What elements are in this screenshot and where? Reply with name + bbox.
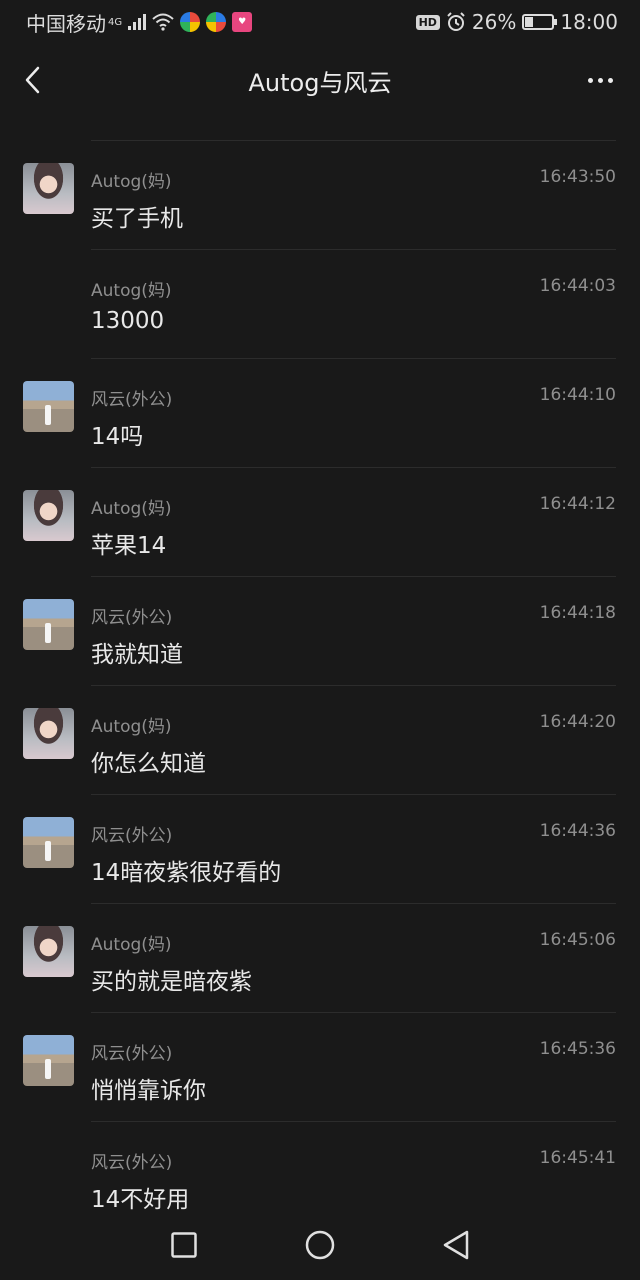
system-navigation-bar — [0, 1210, 640, 1280]
avatar[interactable] — [23, 708, 74, 759]
sender-name: Autog(妈) — [91, 935, 172, 955]
signal-icon — [128, 14, 147, 30]
circle-icon — [305, 1230, 335, 1260]
list-item[interactable]: Autog(妈) 16:45:06 买的就是暗夜紫 — [23, 904, 616, 1013]
list-item[interactable]: 风云(外公) 16:45:36 悄悄靠诉你 — [23, 1013, 616, 1122]
message-text: 我就知道 — [91, 642, 183, 668]
app-notification-icon — [180, 12, 201, 32]
status-right: HD 26% 18:00 — [415, 10, 618, 34]
sender-name: 风云(外公) — [91, 1153, 173, 1173]
back-nav-button[interactable] — [440, 1229, 472, 1261]
list-item[interactable]: Autog(妈) 16:43:50 买了手机 — [23, 141, 616, 250]
message-text: 14吗 — [91, 424, 144, 450]
status-bar: 中国移动 4G ♥ HD 26% 18:00 — [0, 0, 640, 44]
message-list: Autog(妈) 16:43:50 买了手机 Autog(妈) 16:44:03 1300… — [0, 141, 640, 1210]
list-item-partial — [91, 116, 616, 141]
avatar[interactable] — [23, 599, 74, 650]
list-item[interactable]: Autog(妈) 16:44:12 苹果14 — [23, 468, 616, 577]
message-text: 买了手机 — [91, 206, 183, 232]
sender-name: 风云(外公) — [91, 390, 173, 410]
message-time: 16:44:03 — [539, 276, 616, 296]
list-item[interactable]: Autog(妈) 16:44:20 你怎么知道 — [23, 686, 616, 795]
avatar[interactable] — [23, 1035, 74, 1086]
list-item[interactable]: 风云(外公) 16:44:36 14暗夜紫很好看的 — [23, 795, 616, 904]
chat-history-list[interactable]: Autog(妈) 16:43:50 买了手机 Autog(妈) 16:44:03 1300… — [0, 116, 640, 1210]
message-text: 买的就是暗夜紫 — [91, 969, 252, 995]
avatar[interactable] — [23, 381, 74, 432]
list-item[interactable]: 风云(外公) 16:44:18 我就知道 — [23, 577, 616, 686]
more-options-button[interactable] — [582, 68, 618, 92]
carrier-label: 中国移动 — [26, 11, 106, 36]
sender-name: Autog(妈) — [91, 717, 172, 737]
message-text: 14暗夜紫很好看的 — [91, 860, 282, 886]
message-time: 16:44:36 — [539, 821, 616, 841]
sender-name: 风云(外公) — [91, 826, 173, 846]
chevron-left-icon — [25, 66, 40, 94]
message-time: 16:45:41 — [539, 1148, 616, 1168]
message-text: 14不好用 — [91, 1187, 190, 1210]
battery-icon — [522, 14, 558, 30]
status-left: 中国移动 4G ♥ — [26, 8, 253, 37]
message-time: 16:44:18 — [539, 603, 616, 623]
sender-name: 风云(外公) — [91, 1044, 173, 1064]
list-item[interactable]: 风云(外公) 16:44:10 14吗 — [23, 359, 616, 468]
sender-name: Autog(妈) — [91, 499, 172, 519]
sender-name: Autog(妈) — [91, 281, 172, 301]
message-time: 16:44:12 — [539, 494, 616, 514]
message-time: 16:45:06 — [539, 930, 616, 950]
wifi-icon — [152, 13, 174, 31]
app-notification-icon: ♥ — [232, 12, 253, 32]
avatar[interactable] — [23, 817, 74, 868]
message-time: 16:44:10 — [539, 385, 616, 405]
back-button[interactable] — [14, 62, 50, 98]
list-item[interactable]: 风云(外公) 16:45:41 14不好用 — [91, 1122, 616, 1210]
home-button[interactable] — [304, 1229, 336, 1261]
message-text: 苹果14 — [91, 533, 167, 559]
battery-percent: 26% — [471, 10, 517, 34]
page-title: Autog与风云 — [248, 68, 392, 97]
network-type: 4G — [108, 16, 123, 28]
hd-badge: HD — [415, 14, 440, 30]
message-time: 16:43:50 — [539, 167, 616, 187]
message-text: 悄悄靠诉你 — [91, 1078, 206, 1104]
list-item[interactable]: Autog(妈) 16:44:03 13000 — [91, 250, 616, 359]
chat-header: Autog与风云 — [0, 44, 640, 116]
message-time: 16:44:20 — [539, 712, 616, 732]
message-time: 16:45:36 — [539, 1039, 616, 1059]
clock: 18:00 — [560, 10, 618, 34]
alarm-icon — [447, 12, 465, 31]
avatar[interactable] — [23, 490, 74, 541]
message-text: 13000 — [91, 308, 165, 334]
square-icon — [171, 1232, 197, 1258]
triangle-back-icon — [443, 1230, 469, 1260]
sender-name: 风云(外公) — [91, 608, 173, 628]
app-notification-icon — [206, 12, 227, 32]
recent-apps-button[interactable] — [168, 1229, 200, 1261]
message-text: 你怎么知道 — [91, 751, 206, 777]
sender-name: Autog(妈) — [91, 172, 172, 192]
avatar[interactable] — [23, 926, 74, 977]
avatar[interactable] — [23, 163, 74, 214]
